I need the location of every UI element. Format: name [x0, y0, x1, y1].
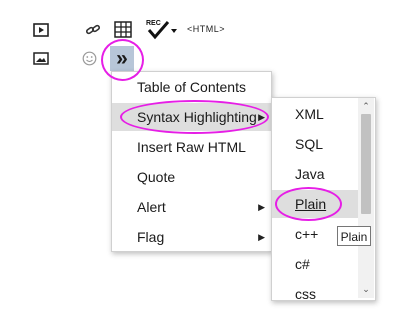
menu-item-insert-raw-html[interactable]: Insert Raw HTML [112, 133, 271, 161]
language-label: c++ [295, 226, 319, 242]
menu-item-label: Syntax Highlighting [137, 109, 257, 125]
language-label: c# [295, 256, 310, 272]
syntax-language-submenu: XML SQL Java Plain c++ c# css ⌃ ⌄ [271, 97, 376, 301]
spellcheck-button[interactable]: REC [145, 18, 177, 40]
link-icon [85, 24, 101, 35]
scrollbar-thumb[interactable] [361, 114, 371, 214]
menu-item-label: Insert Raw HTML [137, 139, 246, 155]
language-label: SQL [295, 136, 324, 152]
language-label: Plain [295, 196, 327, 212]
menu-item-label: Alert [137, 199, 166, 215]
menu-item-flag[interactable]: Flag ▶ [112, 223, 271, 251]
scroll-up-icon[interactable]: ⌃ [358, 99, 374, 113]
image-icon [33, 51, 49, 65]
scroll-down-icon[interactable]: ⌄ [358, 282, 374, 296]
submenu-arrow-icon: ▶ [258, 202, 265, 212]
editor-area[interactable] [0, 75, 110, 305]
language-item-sql[interactable]: SQL [272, 130, 360, 158]
menu-item-syntax-highlighting[interactable]: Syntax Highlighting ▶ [112, 103, 271, 131]
language-label: Java [295, 166, 325, 182]
language-item-java[interactable]: Java [272, 160, 360, 188]
link-button[interactable] [84, 22, 102, 38]
menu-item-table-of-contents[interactable]: Table of Contents [112, 73, 271, 101]
tooltip: Plain [337, 226, 371, 246]
menu-item-label: Quote [137, 169, 176, 185]
insert-menu: Table of Contents Syntax Highlighting ▶ … [111, 71, 272, 252]
table-button[interactable] [113, 20, 133, 39]
spellcheck-icon: REC [146, 20, 177, 40]
tooltip-text: Plain [340, 230, 368, 244]
emoji-icon [82, 51, 96, 65]
more-icon: » [116, 47, 128, 70]
language-label: XML [295, 106, 324, 122]
menu-item-quote[interactable]: Quote [112, 163, 271, 191]
menu-item-label: Table of Contents [137, 79, 246, 95]
html-label: <HTML> [187, 24, 226, 34]
table-icon [114, 21, 132, 38]
language-item-csharp[interactable]: c# [272, 250, 360, 278]
media-button[interactable] [32, 22, 50, 38]
language-item-xml[interactable]: XML [272, 100, 360, 128]
emoji-button[interactable] [81, 50, 97, 66]
submenu-arrow-icon: ▶ [258, 232, 265, 242]
more-button[interactable]: » [110, 46, 134, 71]
image-button[interactable] [32, 51, 50, 65]
menu-item-label: Flag [137, 229, 165, 245]
menu-item-alert[interactable]: Alert ▶ [112, 193, 271, 221]
submenu-arrow-icon: ▶ [258, 112, 265, 122]
rec-label: REC [146, 20, 161, 27]
media-icon [33, 23, 49, 37]
submenu-scrollbar[interactable]: ⌃ ⌄ [358, 98, 374, 298]
language-item-css[interactable]: css [272, 280, 360, 301]
language-item-plain[interactable]: Plain [272, 190, 360, 218]
html-button[interactable]: <HTML> [187, 22, 226, 36]
language-label: css [295, 286, 316, 301]
